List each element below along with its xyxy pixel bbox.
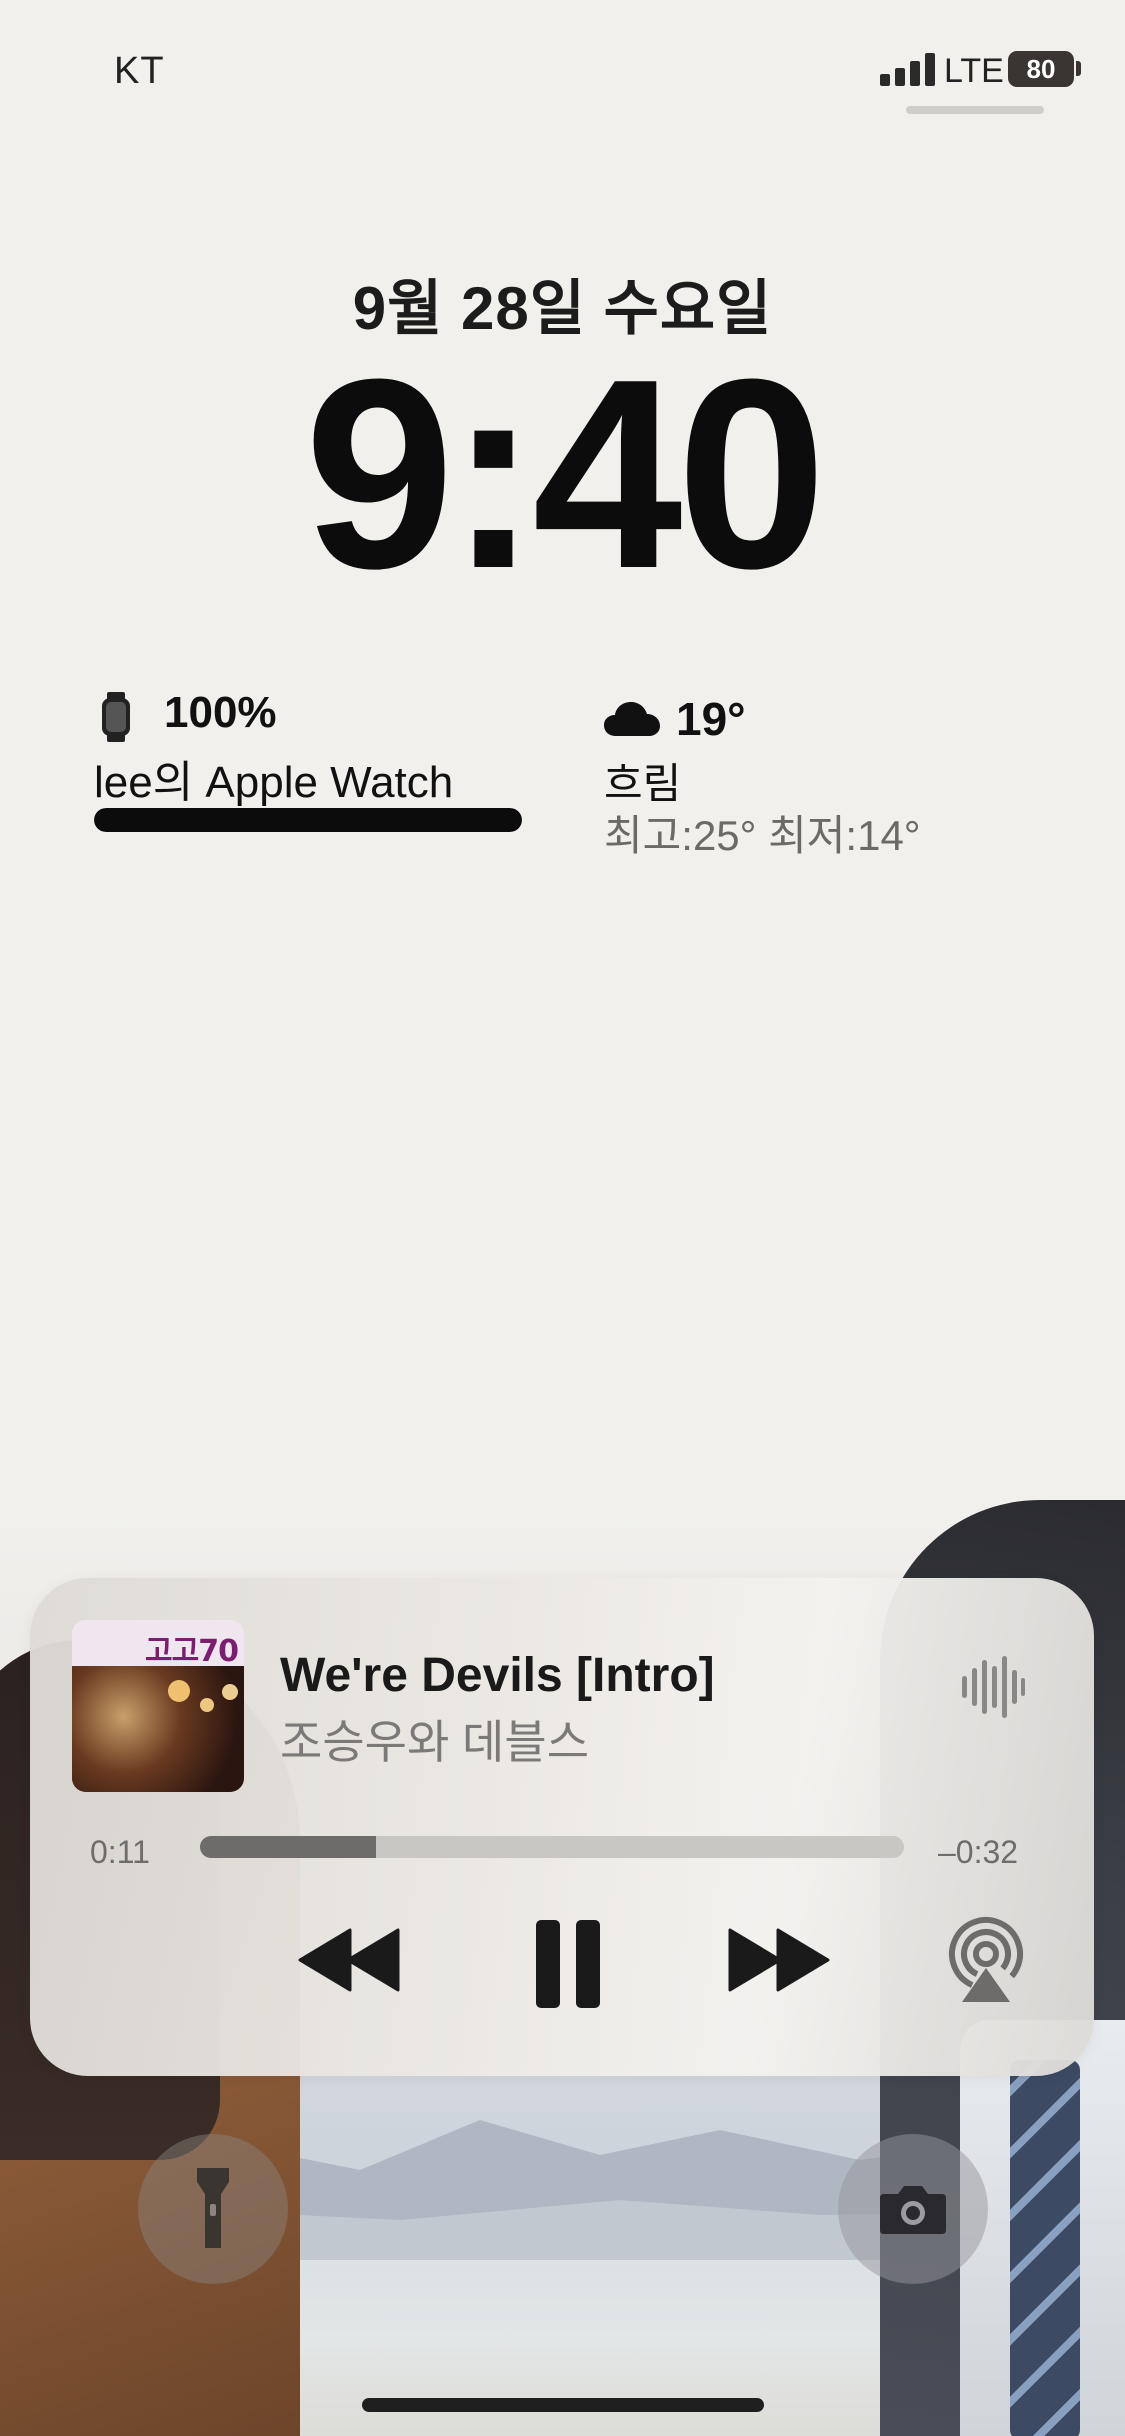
song-artist: 조승우와 데블스 — [280, 1716, 590, 1768]
weather-high-low: 최고:25° 최저:14° — [604, 812, 921, 859]
song-title: We're Devils [Intro] — [280, 1649, 715, 1702]
album-art-light — [222, 1684, 238, 1700]
signal-icon — [880, 52, 936, 86]
weather-widget[interactable]: 19° 흐림 최고:25° 최저:14° — [604, 692, 1024, 862]
album-art-light — [200, 1698, 214, 1712]
playback-progress-fill — [200, 1836, 376, 1858]
watch-battery-bar-fill — [94, 808, 522, 832]
lock-time[interactable]: 9:40 — [0, 340, 1125, 610]
watch-device-name: lee의 Apple Watch — [94, 758, 454, 807]
battery-tip — [1076, 61, 1081, 76]
elapsed-time: 0:11 — [90, 1834, 150, 1870]
now-playing-card[interactable]: 고고70 We're Devils [Intro] 조승우와 데블스 0:11 … — [30, 1578, 1094, 2076]
pause-icon[interactable] — [520, 1916, 616, 2012]
fast-forward-icon[interactable] — [728, 1928, 832, 1992]
flashlight-button[interactable] — [138, 2134, 288, 2284]
watch-battery-bar — [94, 808, 522, 832]
camera-button[interactable] — [838, 2134, 988, 2284]
airplay-icon[interactable] — [944, 1916, 1028, 2004]
flashlight-icon — [197, 2168, 229, 2248]
album-art[interactable]: 고고70 — [72, 1620, 244, 1792]
waveform-icon[interactable] — [960, 1654, 1026, 1720]
album-art-text: 고고70 — [145, 1634, 239, 1669]
carrier-label: KT — [114, 50, 165, 92]
playback-scrubber[interactable] — [200, 1836, 904, 1858]
watch-battery-widget[interactable]: 100% lee의 Apple Watch — [94, 688, 524, 838]
battery-level: 80 — [1026, 53, 1056, 84]
rewind-icon[interactable] — [298, 1928, 402, 1992]
status-indicator-line — [906, 106, 1044, 114]
battery-icon: 80 — [1008, 51, 1074, 87]
apple-watch-icon — [102, 692, 130, 742]
watch-battery-percent: 100% — [164, 688, 277, 737]
camera-icon — [880, 2186, 946, 2234]
wallpaper-tie — [1010, 2060, 1080, 2436]
status-bar: KT LTE 80 — [0, 0, 1125, 130]
album-art-photo — [72, 1666, 244, 1792]
remaining-time: –0:32 — [938, 1834, 1019, 1870]
home-indicator[interactable] — [362, 2398, 764, 2412]
weather-temperature: 19° — [676, 693, 746, 745]
album-art-light — [168, 1680, 190, 1702]
cloud-icon — [604, 702, 660, 736]
network-label: LTE — [944, 52, 1004, 90]
